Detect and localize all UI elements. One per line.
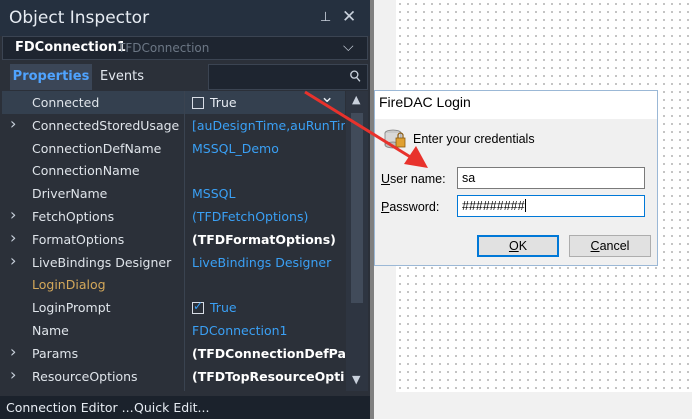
property-row[interactable]: › FormatOptions (TFDFormatOptions) xyxy=(2,228,345,251)
property-row[interactable]: › ResourceOptions (TFDTopResourceOption xyxy=(2,365,345,388)
property-grid-scrollbar[interactable]: ▲ ▼ xyxy=(346,91,368,391)
property-value-text: True xyxy=(210,95,237,110)
property-value[interactable]: (TFDTopResourceOption xyxy=(192,369,345,384)
property-row[interactable]: ConnectionDefName MSSQL_Demo xyxy=(2,137,345,160)
property-value[interactable]: [auDesignTime,auRunTim xyxy=(192,118,345,133)
expand-chevron-icon[interactable]: › xyxy=(10,114,16,133)
close-icon[interactable]: ✕ xyxy=(342,7,356,27)
user-name-input[interactable]: sa xyxy=(457,167,645,189)
property-value-text: MSSQL_Demo xyxy=(192,140,279,156)
property-value[interactable]: (TFDFetchOptions) xyxy=(192,209,345,224)
inspector-title: Object Inspector xyxy=(9,8,150,28)
property-grid: Connected True ⌄ › ConnectedStoredUsage [auDe… xyxy=(2,87,345,391)
property-value-text: LiveBindings Designer xyxy=(192,254,332,270)
property-name: ConnectionDefName xyxy=(32,140,162,156)
password-input[interactable]: ######### xyxy=(457,195,645,217)
scroll-down-icon[interactable]: ▼ xyxy=(352,373,360,386)
property-row[interactable]: › ConnectedStoredUsage [auDesignTime,auRun… xyxy=(2,114,345,137)
property-name: LoginDialog xyxy=(32,277,106,293)
tab-events[interactable]: Events xyxy=(100,64,144,90)
component-selector[interactable]: FDConnection1 TFDConnection ⌵ xyxy=(2,36,368,60)
inspector-tabs: Properties Events ⚲ xyxy=(2,64,368,90)
scroll-thumb[interactable] xyxy=(351,113,363,303)
inspector-title-bar: Object Inspector ⊥ ✕ xyxy=(0,0,370,36)
pin-icon[interactable]: ⊥ xyxy=(320,10,331,25)
expand-chevron-icon[interactable]: › xyxy=(10,365,16,384)
database-icon xyxy=(384,129,406,149)
property-name: Connected xyxy=(32,95,100,110)
property-value[interactable]: MSSQL xyxy=(192,186,345,201)
property-value[interactable]: FDConnection1 xyxy=(192,323,345,338)
property-value-text: (TFDTopResourceOption xyxy=(192,368,345,384)
quick-edit-link[interactable]: Quick Edit... xyxy=(134,400,209,415)
property-row[interactable]: DriverName MSSQL xyxy=(2,182,345,205)
property-row[interactable]: LoginPrompt True xyxy=(2,296,345,319)
property-value[interactable]: True xyxy=(192,300,345,315)
property-value-text: (TFDConnectionDefPara xyxy=(192,345,345,361)
property-value-text: MSSQL xyxy=(192,186,236,202)
ok-button[interactable]: OK xyxy=(477,235,559,257)
property-value[interactable]: MSSQL_Demo xyxy=(192,141,345,156)
component-type: TFDConnection xyxy=(118,41,210,55)
property-value[interactable]: (TFDFormatOptions) xyxy=(192,232,345,247)
property-name: DriverName xyxy=(32,186,108,202)
cancel-button[interactable]: Cancel xyxy=(569,235,651,257)
scroll-up-icon[interactable]: ▲ xyxy=(352,93,360,106)
property-value[interactable]: LiveBindings Designer xyxy=(192,255,345,270)
object-inspector-panel: Object Inspector ⊥ ✕ FDConnection1 TFDCo… xyxy=(0,0,370,419)
property-value[interactable]: (TFDConnectionDefPara xyxy=(192,346,345,361)
inspector-footer: Connection Editor ... Quick Edit... xyxy=(0,396,370,419)
property-value-text: True xyxy=(210,300,237,316)
search-icon[interactable]: ⚲ xyxy=(346,66,366,87)
property-row[interactable]: Name FDConnection1 xyxy=(2,319,345,342)
column-divider[interactable] xyxy=(184,91,185,391)
property-name: FormatOptions xyxy=(32,231,125,247)
checkbox[interactable] xyxy=(192,300,204,315)
firedac-login-dialog: FireDAC Login Enter your credentials Use… xyxy=(374,90,658,266)
property-name: LiveBindings Designer xyxy=(32,254,172,270)
property-row[interactable]: › Params (TFDConnectionDefPara xyxy=(2,342,345,365)
property-row[interactable]: › LiveBindings Designer LiveBindings Desig… xyxy=(2,251,345,274)
credentials-prompt: Enter your credentials xyxy=(413,132,535,146)
expand-chevron-icon[interactable]: › xyxy=(10,205,16,224)
property-name: Params xyxy=(32,345,79,361)
dialog-body: Enter your credentials User name: sa Pas… xyxy=(375,119,657,265)
property-value-text: (TFDFormatOptions) xyxy=(192,231,336,247)
component-name: FDConnection1 xyxy=(15,40,127,55)
property-name: FetchOptions xyxy=(32,209,115,224)
password-label: Password: xyxy=(381,200,440,214)
property-value-text: FDConnection1 xyxy=(192,323,288,338)
property-search-input[interactable]: ⚲ xyxy=(208,64,368,90)
property-value-text: [auDesignTime,auRunTim xyxy=(192,117,345,133)
property-row[interactable]: Connected True ⌄ xyxy=(2,87,345,114)
dialog-title: FireDAC Login xyxy=(379,94,471,110)
chevron-down-icon[interactable]: ⌵ xyxy=(343,39,354,55)
checkbox[interactable] xyxy=(192,97,204,109)
chevron-down-icon[interactable]: ⌄ xyxy=(320,87,334,107)
property-name: ResourceOptions xyxy=(32,368,138,384)
expand-chevron-icon[interactable]: › xyxy=(10,342,16,361)
expand-chevron-icon[interactable]: › xyxy=(10,251,16,270)
property-row[interactable]: LoginDialog xyxy=(2,273,345,296)
property-value-text: (TFDFetchOptions) xyxy=(192,209,309,224)
property-row[interactable]: › FetchOptions (TFDFetchOptions) xyxy=(2,205,345,228)
connection-editor-link[interactable]: Connection Editor ... xyxy=(6,400,134,415)
property-name: ConnectedStoredUsage xyxy=(32,117,180,133)
expand-chevron-icon[interactable]: › xyxy=(10,228,16,247)
property-name: LoginPrompt xyxy=(32,300,111,316)
tab-properties[interactable]: Properties xyxy=(10,64,92,90)
property-row[interactable]: ConnectionName xyxy=(2,159,345,182)
property-name: Name xyxy=(32,323,69,338)
user-name-label: User name: xyxy=(381,172,446,186)
property-name: ConnectionName xyxy=(32,163,140,179)
